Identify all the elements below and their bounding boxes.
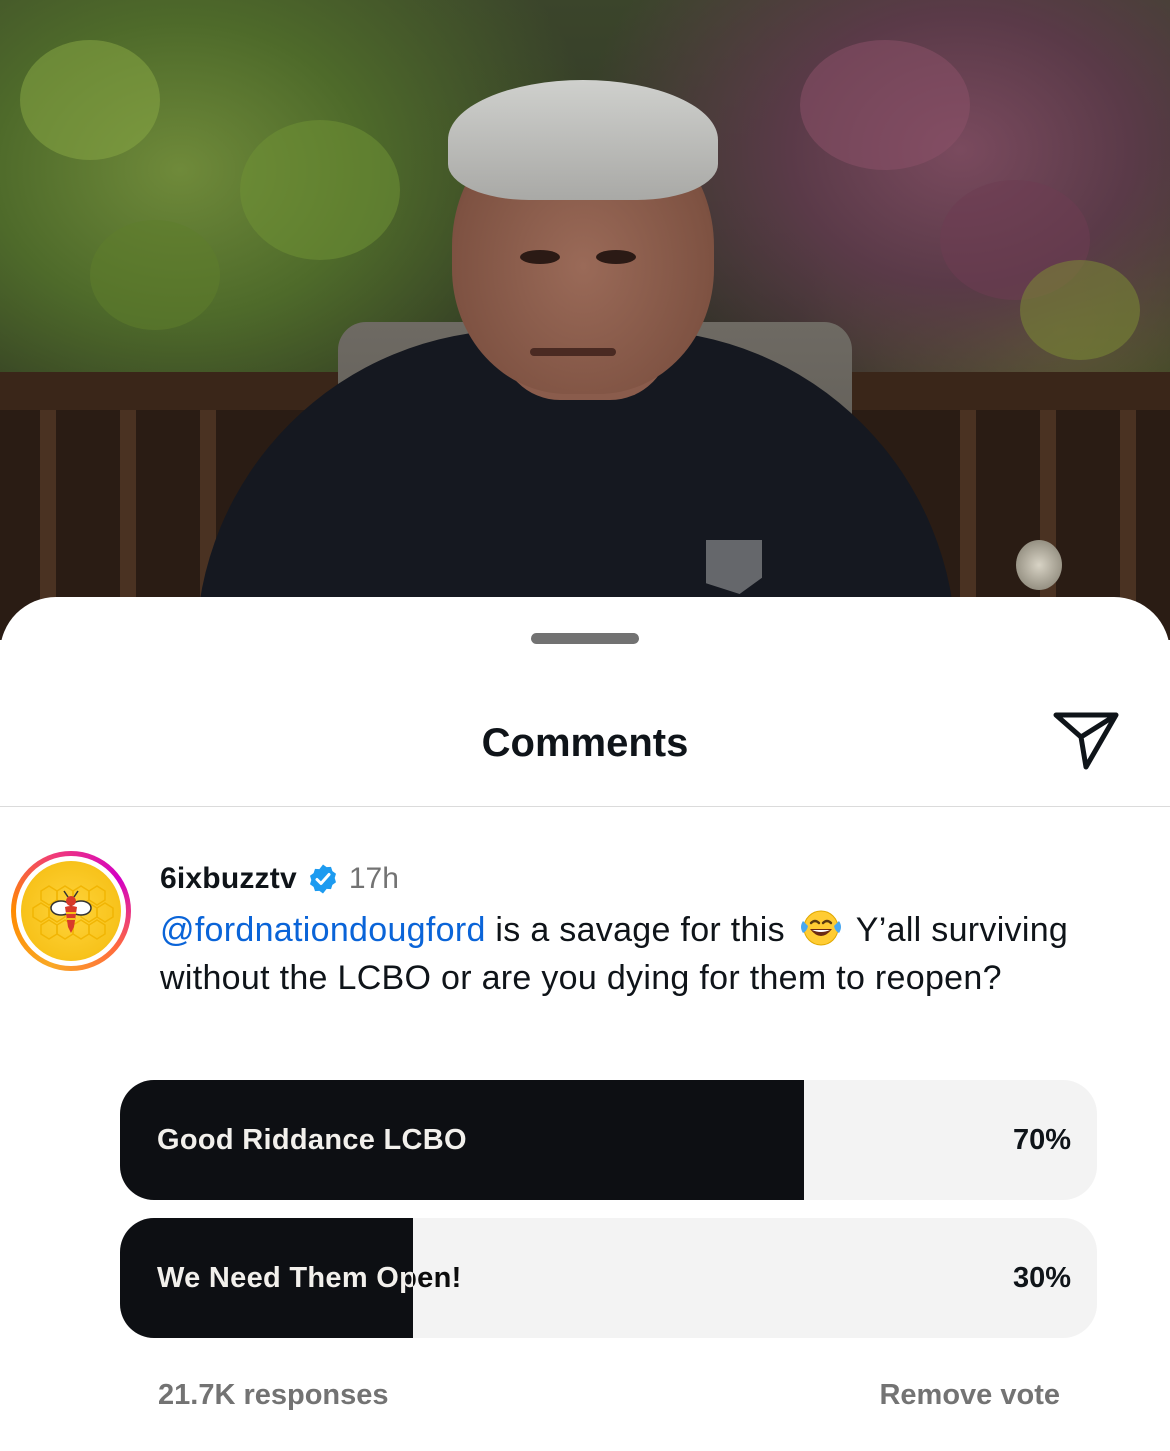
foliage-shape bbox=[240, 120, 400, 260]
person-mouth bbox=[530, 348, 616, 356]
video-background bbox=[0, 0, 1170, 640]
avatar bbox=[21, 861, 121, 961]
remove-vote-button[interactable]: Remove vote bbox=[879, 1379, 1060, 1412]
mention-link[interactable]: @fordnationdougford bbox=[160, 911, 486, 949]
verified-badge-icon bbox=[309, 864, 336, 894]
poll-option-percent: 70% bbox=[1012, 1123, 1071, 1156]
comment-text: @fordnationdougford is a savage for this… bbox=[160, 907, 1120, 999]
bee-logo-icon bbox=[32, 885, 114, 940]
poll-responses-count: 21.7K responses bbox=[158, 1379, 389, 1411]
foliage-shape bbox=[90, 220, 220, 330]
poll-option-label: We Need Them Open! bbox=[157, 1261, 462, 1294]
avatar-gap bbox=[16, 856, 126, 966]
poll-option-label: Good Riddance LCBO bbox=[157, 1123, 467, 1156]
person-eye bbox=[596, 250, 636, 264]
foliage-shape bbox=[800, 40, 970, 170]
poll-option[interactable]: Good Riddance LCBO 70% bbox=[120, 1080, 1097, 1200]
username[interactable]: 6ixbuzztv bbox=[160, 862, 297, 896]
comment-meta: 6ixbuzztv 17h bbox=[160, 859, 399, 899]
person-hair bbox=[448, 80, 718, 200]
comment-time: 17h bbox=[348, 862, 399, 895]
person-eye bbox=[520, 250, 560, 264]
paper-plane-icon bbox=[1053, 712, 1119, 770]
poll-option-percent: 30% bbox=[1012, 1261, 1071, 1294]
foliage-shape bbox=[1020, 260, 1140, 360]
sheet-grabber[interactable] bbox=[531, 633, 639, 644]
header-divider bbox=[0, 806, 1170, 807]
comments-sheet: Comments 6ixbuzztv 17h @fordnationdougfo… bbox=[0, 597, 1170, 1451]
sheet-title: Comments bbox=[481, 721, 689, 765]
story-ring[interactable] bbox=[11, 851, 131, 971]
tears-of-joy-emoji-icon bbox=[799, 907, 843, 957]
poll-option[interactable]: We Need Them Open! 30% bbox=[120, 1218, 1097, 1338]
light-bulb bbox=[1016, 540, 1062, 590]
share-button[interactable] bbox=[1048, 705, 1124, 775]
foliage-shape bbox=[20, 40, 160, 160]
comment-text-part: is a savage for this bbox=[485, 911, 795, 949]
